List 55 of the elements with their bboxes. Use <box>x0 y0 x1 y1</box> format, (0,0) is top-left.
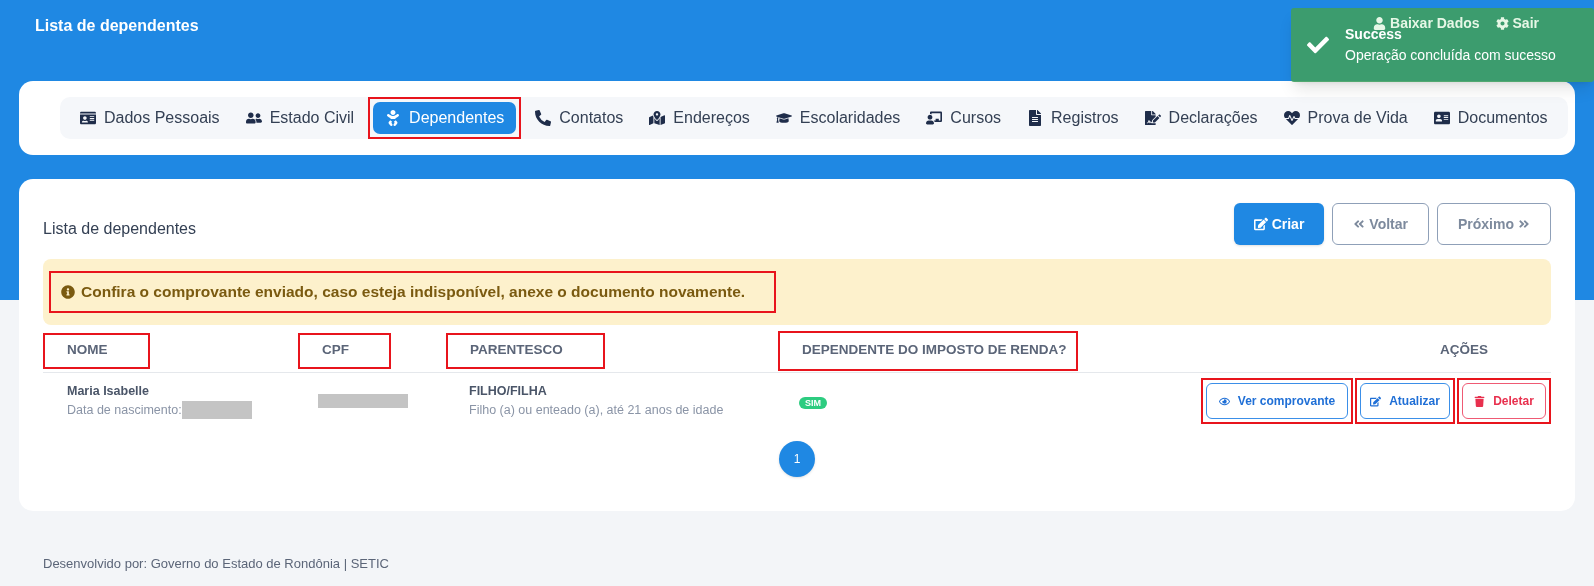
trash-icon <box>1474 395 1486 407</box>
birth-date-label: Data de nascimento: <box>67 402 182 419</box>
info-icon <box>61 285 75 299</box>
column-header: NOME <box>66 341 108 360</box>
tab[interactable]: Endereços <box>637 102 762 134</box>
column-header: AÇÕES <box>1439 341 1488 360</box>
next-button[interactable]: Próximo <box>1437 203 1551 245</box>
tab[interactable]: Dados Pessoais <box>68 102 232 134</box>
tab[interactable]: Contatos <box>523 102 636 134</box>
column-header: CPF <box>321 341 349 360</box>
page-title: Lista de dependentes <box>35 16 199 36</box>
delete-button[interactable]: Deletar <box>1462 383 1546 419</box>
tab[interactable]: Cursos <box>914 102 1014 134</box>
double-chevron-right-icon <box>1518 218 1530 230</box>
double-chevron-left-icon <box>1353 218 1366 230</box>
relation-note: Filho (a) ou enteado (a), até 21 anos de idade <box>469 402 725 419</box>
relation: FILHO/FILHA <box>469 383 548 401</box>
phone-icon <box>535 110 552 126</box>
id-card-icon <box>80 110 96 126</box>
dependent-name: Maria Isabelle <box>67 383 150 401</box>
teacher-icon <box>926 110 943 126</box>
view-receipt-button[interactable]: Ver comprovante <box>1206 383 1348 419</box>
edit-icon <box>1253 217 1268 231</box>
section-title: Lista de dependentes <box>43 219 196 239</box>
footer-text: Desenvolvido por: Governo do Estado de Rondônia | SETIC <box>42 555 390 573</box>
tab[interactable]: Documentos <box>1421 102 1560 134</box>
tab[interactable]: Declarações <box>1132 102 1270 134</box>
user-icon <box>1373 16 1387 30</box>
column-header: DEPENDENTE DO IMPOSTO DE RENDA? <box>801 341 1067 360</box>
tab[interactable]: Registros <box>1015 102 1131 134</box>
tab[interactable]: Dependentes <box>373 102 517 134</box>
tab[interactable]: Prova de Vida <box>1271 102 1420 134</box>
settings-icon <box>1495 16 1509 30</box>
map-icon <box>649 110 666 126</box>
edit-icon <box>1370 395 1382 407</box>
redacted-block <box>181 401 252 420</box>
eye-icon <box>1218 395 1230 407</box>
heartbeat-icon <box>1283 110 1300 126</box>
status-badge: SIM <box>799 397 827 409</box>
baby-icon <box>385 110 402 126</box>
document-icon <box>1027 110 1044 126</box>
toast-message: Operação concluída com sucesso <box>1345 46 1556 65</box>
tab[interactable]: Estado Civil <box>233 102 367 134</box>
check-icon <box>1307 34 1329 56</box>
people-icon <box>245 110 262 126</box>
address-card-icon <box>1433 110 1450 126</box>
update-button[interactable]: Atualizar <box>1360 383 1450 419</box>
alert-text: Confira o comprovante enviado, caso esteja indisponível, anexe o documento novamente. <box>81 282 746 303</box>
tab[interactable]: Escolaridades <box>763 102 913 134</box>
back-button[interactable]: Voltar <box>1332 203 1429 245</box>
page-button[interactable]: 1 <box>779 441 815 477</box>
create-button[interactable]: Criar <box>1233 203 1325 245</box>
signed-document-icon <box>1144 110 1161 126</box>
graduation-cap-icon <box>775 110 792 126</box>
column-header: PARENTESCO <box>469 341 563 360</box>
